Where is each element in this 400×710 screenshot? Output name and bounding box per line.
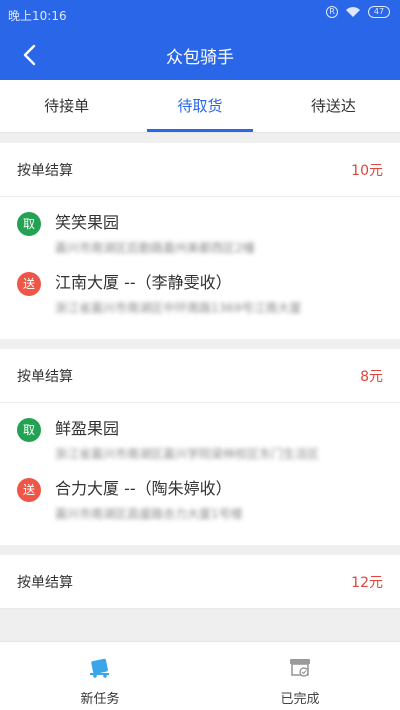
- pickup-badge: 取: [17, 418, 41, 442]
- dropoff-badge: 送: [17, 272, 41, 296]
- pickup-name: 鲜盈果园: [55, 419, 120, 438]
- order-list: 按单结算 10元 取 笑笑果园 嘉兴市南湖区后勤路嘉州美都西区2幢 送 江南大厦…: [0, 133, 400, 641]
- order-card[interactable]: 按单结算 8元 取 鲜盈果园 浙江省嘉兴市南湖区嘉兴学院梁林校区东门生活区 送 …: [0, 349, 400, 545]
- order-price: 12元: [351, 574, 383, 591]
- page-title: 众包骑手: [166, 48, 234, 68]
- pickup-row: 取 笑笑果园 嘉兴市南湖区后勤路嘉州美都西区2幢: [17, 210, 383, 260]
- dropoff-address: 浙江省嘉兴市南湖区中环南路1369号江南大厦: [55, 301, 302, 315]
- order-price: 8元: [360, 368, 383, 385]
- order-settlement-type: 按单结算: [17, 574, 73, 591]
- dropoff-row: 送 合力大厦 --（陶朱婷收） 嘉兴市南湖区昌盛路合力大厦1号楼: [17, 476, 383, 526]
- order-card[interactable]: 按单结算 10元 取 笑笑果园 嘉兴市南湖区后勤路嘉州美都西区2幢 送 江南大厦…: [0, 143, 400, 339]
- order-body: 取 笑笑果园 嘉兴市南湖区后勤路嘉州美都西区2幢 送 江南大厦 --（李静雯收）…: [0, 197, 400, 339]
- dropoff-name: 合力大厦 --（陶朱婷收）: [55, 479, 232, 498]
- pickup-address: 浙江省嘉兴市南湖区嘉兴学院梁林校区东门生活区: [55, 447, 320, 461]
- tab-bar: 待接单 待取货 待送达: [0, 80, 400, 133]
- nav-bar: 众包骑手: [0, 30, 400, 80]
- status-bar: 晚上10:16 R 47: [0, 0, 400, 30]
- order-body: 取 鲜盈果园 浙江省嘉兴市南湖区嘉兴学院梁林校区东门生活区 送 合力大厦 --（…: [0, 403, 400, 545]
- pickup-badge: 取: [17, 212, 41, 236]
- dropoff-name: 江南大厦 --（李静雯收）: [55, 273, 232, 292]
- dropoff-row: 送 江南大厦 --（李静雯收） 浙江省嘉兴市南湖区中环南路1369号江南大厦: [17, 270, 383, 320]
- status-time: 晚上10:16: [8, 9, 67, 23]
- dropoff-badge: 送: [17, 478, 41, 502]
- wifi-icon: [345, 6, 361, 18]
- bottom-tab-new-task[interactable]: 新任务: [0, 642, 200, 710]
- order-card[interactable]: 按单结算 12元: [0, 555, 400, 609]
- tab-pending-pickup[interactable]: 待取货: [133, 80, 266, 132]
- bottom-tab-label: 新任务: [80, 692, 120, 707]
- status-icons: R 47: [326, 6, 390, 18]
- order-header: 按单结算 10元: [0, 143, 400, 197]
- order-settlement-type: 按单结算: [17, 368, 73, 385]
- tab-pending-accept[interactable]: 待接单: [0, 80, 133, 132]
- sim-icon: R: [326, 6, 338, 18]
- pickup-name: 笑笑果园: [55, 213, 120, 232]
- battery-icon: 47: [368, 6, 390, 18]
- completed-icon: [287, 655, 313, 683]
- new-task-icon: [87, 655, 113, 683]
- tab-pending-delivery[interactable]: 待送达: [267, 80, 400, 132]
- pickup-address: 嘉兴市南湖区后勤路嘉州美都西区2幢: [55, 241, 255, 255]
- order-header: 按单结算 8元: [0, 349, 400, 403]
- bottom-nav: 新任务 已完成: [0, 641, 400, 710]
- bottom-tab-label: 已完成: [280, 692, 320, 707]
- order-settlement-type: 按单结算: [17, 162, 73, 179]
- dropoff-address: 嘉兴市南湖区昌盛路合力大厦1号楼: [55, 507, 243, 521]
- order-price: 10元: [351, 162, 383, 179]
- pickup-row: 取 鲜盈果园 浙江省嘉兴市南湖区嘉兴学院梁林校区东门生活区: [17, 416, 383, 466]
- order-header: 按单结算 12元: [0, 555, 400, 609]
- bottom-tab-completed[interactable]: 已完成: [200, 642, 400, 710]
